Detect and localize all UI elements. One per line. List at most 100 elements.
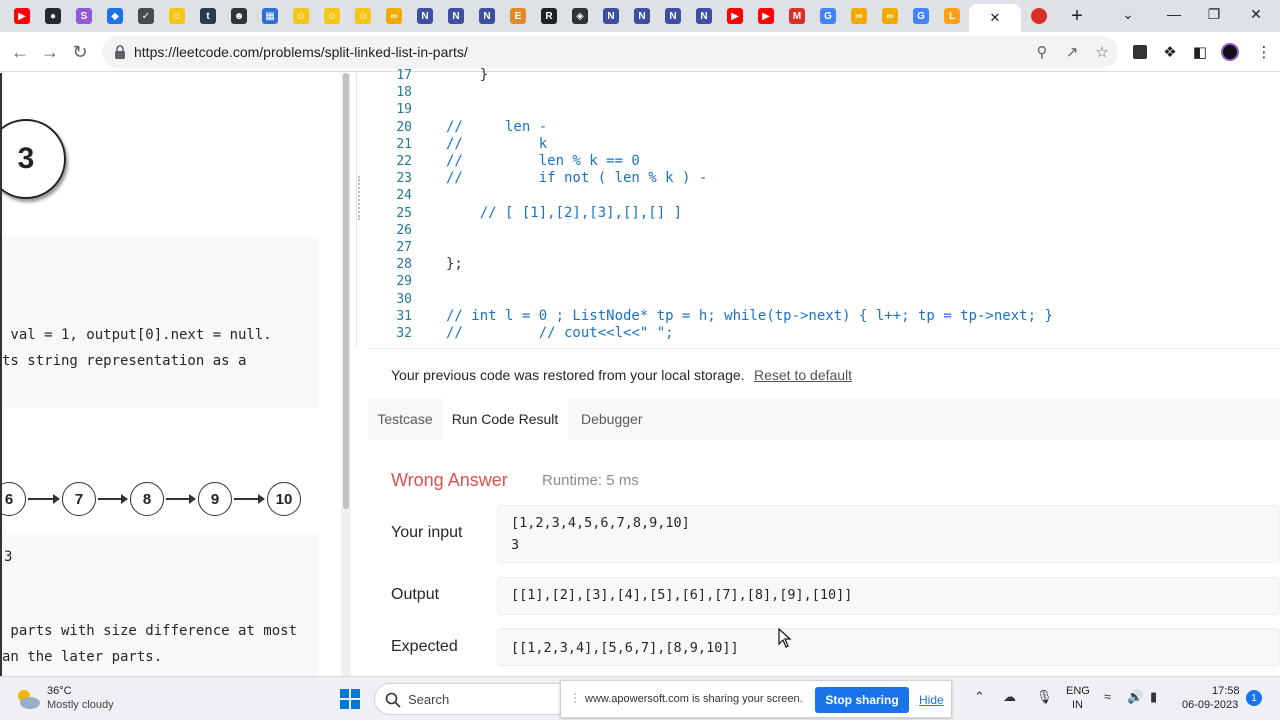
tab-debugger[interactable]: Debugger — [568, 398, 648, 440]
new-tab-button[interactable]: + — [1063, 4, 1091, 28]
fold-gutter — [358, 176, 361, 220]
reload-icon[interactable]: ↻ — [68, 40, 92, 64]
zoom-icon[interactable]: ⚲ — [1032, 42, 1052, 62]
browser-tab[interactable]: N — [690, 4, 718, 28]
browser-tab[interactable]: ☻ — [225, 4, 253, 28]
browser-tab[interactable]: ◈ — [566, 4, 594, 28]
browser-tab[interactable]: ∞ — [876, 4, 904, 28]
line-number: 17 — [396, 68, 412, 83]
verdict-label: Wrong Answer — [391, 470, 508, 490]
browser-tab[interactable]: ☺ — [163, 4, 191, 28]
browser-tab[interactable]: ☺ — [318, 4, 346, 28]
browser-tab[interactable]: L — [938, 4, 966, 28]
tab-run-code-result[interactable]: Run Code Result — [442, 398, 568, 440]
microphone-icon[interactable]: 🎙 — [1036, 689, 1053, 705]
share-icon[interactable]: ↗ — [1062, 42, 1082, 62]
line-number: 20 — [396, 119, 412, 135]
weather-temperature[interactable]: 36°C — [47, 685, 72, 697]
browser-tab[interactable]: ▶ — [8, 4, 36, 28]
hide-sharing-bar-link[interactable]: Hide — [919, 693, 944, 707]
browser-tab[interactable]: ☺ — [287, 4, 315, 28]
your-input-label: Your input — [391, 524, 463, 541]
stop-sharing-button[interactable]: Stop sharing — [815, 687, 909, 713]
side-panel-icon[interactable]: ◧ — [1190, 42, 1210, 62]
input-region-indicator[interactable]: IN — [1072, 699, 1083, 711]
input-list-value: [1,2,3,4,5,6,7,8,9,10] — [511, 515, 690, 531]
leetcode-icon: L — [944, 8, 960, 24]
plus-icon: + — [1071, 4, 1083, 27]
restore-button[interactable]: ❐ — [1194, 0, 1234, 28]
close-window-button[interactable]: ✕ — [1236, 0, 1276, 28]
browser-tab[interactable]: t — [194, 4, 222, 28]
taskbar-search[interactable]: Search — [374, 683, 574, 715]
browser-tab[interactable]: N — [442, 4, 470, 28]
browser-tab[interactable]: ▦ — [256, 4, 284, 28]
address-bar[interactable]: https://leetcode.com/problems/split-link… — [102, 36, 1118, 68]
weather-description[interactable]: Mostly cloudy — [47, 699, 114, 711]
browser-tab[interactable]: ● — [39, 4, 67, 28]
clock-date[interactable]: 06-09-2023 — [1182, 699, 1238, 711]
code-line[interactable]: }; — [446, 256, 463, 272]
browser-tab[interactable] — [1025, 4, 1053, 28]
url-text[interactable]: https://leetcode.com/problems/split-link… — [134, 44, 468, 60]
browser-tab[interactable]: N — [597, 4, 625, 28]
close-tab-icon[interactable]: ✕ — [990, 10, 1001, 26]
code-line[interactable]: // k — [446, 136, 547, 152]
browser-tab[interactable]: ▶ — [721, 4, 749, 28]
browser-menu-icon[interactable]: ⋮ — [1254, 42, 1274, 62]
back-arrow-icon[interactable]: ← — [8, 40, 32, 64]
node-arrow — [28, 494, 60, 504]
browser-tab[interactable]: ☺ — [349, 4, 377, 28]
browser-tab[interactable]: E — [504, 4, 532, 28]
browser-tab[interactable]: ▶ — [752, 4, 780, 28]
browser-tab[interactable]: ∞ — [380, 4, 408, 28]
example-explanation-box: val = 1, output[0].next = null. ts strin… — [2, 237, 318, 408]
youtube-icon: ▶ — [14, 8, 30, 24]
browser-tab[interactable]: N — [473, 4, 501, 28]
clock-time[interactable]: 17:58 — [1212, 685, 1240, 697]
battery-icon[interactable]: ▮ — [1150, 689, 1157, 705]
browser-tab[interactable]: ◆ — [101, 4, 129, 28]
drag-handle-icon[interactable]: ⋮ — [569, 691, 581, 705]
onedrive-cloud-icon[interactable]: ☁ — [1003, 689, 1016, 705]
browser-tab-strip: ▶ ● S ◆ ✓ ☺ t ☻ ▦ ☺ ☺ ☺ ∞ N N N E R ◈ N N N N ▶ ▶ M G ∞ ∞ G L ✕ + — [0, 0, 1280, 32]
windows-start-icon[interactable] — [339, 688, 361, 710]
code-line[interactable]: // len - — [446, 119, 547, 135]
forward-arrow-icon[interactable]: → — [38, 40, 62, 64]
browser-tab[interactable]: N — [659, 4, 687, 28]
code-line[interactable]: // len % k == 0 — [446, 153, 640, 169]
description-scrollbar-thumb[interactable] — [343, 73, 349, 509]
code-line[interactable]: // [ [1],[2],[3],[],[] ] — [446, 205, 682, 221]
code-line[interactable]: // // cout<<l<<" "; — [446, 325, 674, 341]
n-icon: N — [448, 8, 464, 24]
notification-badge[interactable]: 1 — [1246, 690, 1262, 706]
minimize-button[interactable]: — — [1154, 0, 1194, 28]
tray-chevron-up-icon[interactable]: ⌃ — [974, 689, 985, 705]
wifi-icon[interactable]: ≈ — [1104, 689, 1111, 704]
puzzle-extensions-icon[interactable]: ❖ — [1160, 42, 1180, 62]
weather-cloudy-icon[interactable] — [14, 687, 42, 711]
browser-tab[interactable]: R — [535, 4, 563, 28]
code-line[interactable]: } — [446, 67, 488, 83]
tab-testcase[interactable]: Testcase — [368, 398, 442, 440]
browser-tab[interactable]: N — [411, 4, 439, 28]
active-browser-tab[interactable]: ✕ — [969, 4, 1021, 32]
profile-avatar[interactable] — [1220, 42, 1240, 62]
browser-tab[interactable]: G — [907, 4, 935, 28]
browser-tab[interactable]: N — [628, 4, 656, 28]
browser-tab[interactable]: G — [814, 4, 842, 28]
code-line[interactable]: // int l = 0 ; ListNode* tp = h; while(t… — [446, 308, 1053, 324]
line-number: 21 — [396, 136, 412, 152]
language-indicator[interactable]: ENG — [1066, 685, 1090, 697]
tab-search-chevron-icon[interactable]: ⌄ — [1108, 0, 1148, 28]
reset-to-default-link[interactable]: Reset to default — [754, 367, 852, 383]
browser-tab[interactable]: ✓ — [132, 4, 160, 28]
browser-tab[interactable]: ∞ — [845, 4, 873, 28]
browser-tab[interactable]: S — [70, 4, 98, 28]
volume-icon[interactable]: 🔊 — [1127, 689, 1143, 705]
code-line[interactable]: // if not ( len % k ) - — [446, 170, 707, 186]
console-tabs: Testcase Run Code Result Debugger — [368, 398, 1280, 440]
extension-icon[interactable] — [1130, 42, 1150, 62]
bookmark-star-icon[interactable]: ☆ — [1092, 42, 1112, 62]
browser-tab[interactable]: M — [783, 4, 811, 28]
